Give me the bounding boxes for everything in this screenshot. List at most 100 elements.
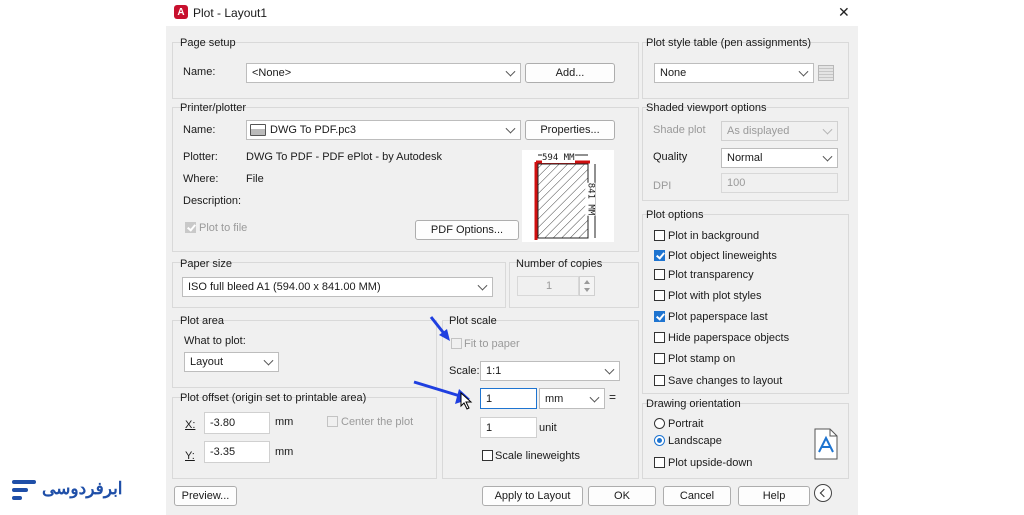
- offset-y-value: -3.35: [210, 446, 236, 458]
- pdf-options-button[interactable]: PDF Options...: [415, 220, 519, 240]
- quality-select[interactable]: Normal: [721, 148, 838, 168]
- plotter-value: DWG To PDF - PDF ePlot - by Autodesk: [246, 151, 443, 163]
- where-label: Where:: [183, 173, 219, 185]
- shade-plot-label: Shade plot: [653, 124, 706, 136]
- title-bar: A Plot - Layout1 ✕: [166, 0, 858, 26]
- spin-up-icon[interactable]: [584, 280, 590, 284]
- printer-title: Printer/plotter: [180, 102, 247, 114]
- chevron-down-icon: [822, 124, 833, 135]
- portrait-radio[interactable]: [654, 418, 665, 429]
- landscape-radio[interactable]: [654, 435, 665, 446]
- ok-button[interactable]: OK: [588, 486, 656, 506]
- center-plot-checkbox[interactable]: [327, 416, 338, 427]
- page-setup-name-label: Name:: [183, 66, 216, 78]
- plot-style-title: Plot style table (pen assignments): [646, 37, 812, 49]
- spin-down-icon[interactable]: [584, 288, 590, 292]
- page-setup-name-select[interactable]: <None>: [246, 63, 521, 83]
- landscape-label: Landscape: [668, 435, 722, 447]
- equals-sign: =: [609, 390, 617, 404]
- plot-to-file-label: Plot to file: [199, 222, 248, 234]
- dpi-value: 100: [727, 177, 746, 189]
- chevron-down-icon: [505, 123, 516, 134]
- plot-option-label: Plot in background: [668, 230, 760, 242]
- shade-plot-select[interactable]: As displayed: [721, 121, 838, 141]
- plot-option-checkbox[interactable]: [654, 311, 665, 322]
- scale-lineweights-label: Scale lineweights: [495, 450, 580, 462]
- preview-button[interactable]: Preview...: [174, 486, 237, 506]
- scale-unit1: mm: [545, 392, 564, 405]
- plot-style-select[interactable]: None: [654, 63, 814, 83]
- paper-size-value: ISO full bleed A1 (594.00 x 841.00 MM): [188, 281, 381, 293]
- annotation-arrow-fit: [429, 316, 450, 341]
- dialog-title: Plot - Layout1: [193, 6, 268, 20]
- apply-to-layout-button[interactable]: Apply to Layout: [482, 486, 583, 506]
- offset-y-input[interactable]: -3.35: [204, 441, 270, 463]
- page-setup-name-value: <None>: [252, 67, 292, 79]
- chevron-down-icon: [822, 151, 833, 162]
- shade-plot-value: As displayed: [727, 125, 790, 137]
- where-value: File: [246, 173, 264, 185]
- printer-name-value: DWG To PDF.pc3: [270, 124, 356, 136]
- offset-x-input[interactable]: -3.80: [204, 412, 270, 434]
- scale-value: 1:1: [486, 365, 502, 377]
- chevron-down-icon: [798, 66, 809, 77]
- shaded-title: Shaded viewport options: [646, 102, 767, 114]
- chevron-down-icon: [505, 66, 516, 77]
- plot-option-label: Plot paperspace last: [668, 311, 768, 323]
- plot-scale-title: Plot scale: [449, 315, 497, 327]
- collapse-options-button[interactable]: [814, 484, 832, 502]
- what-to-plot-select[interactable]: Layout: [184, 352, 279, 372]
- fit-to-paper-label: Fit to paper: [464, 338, 520, 350]
- scale-unit2: unit: [539, 422, 557, 434]
- plot-option-checkbox[interactable]: [654, 290, 665, 301]
- printer-name-select[interactable]: DWG To PDF.pc3: [246, 120, 521, 140]
- center-plot-label: Center the plot: [341, 416, 414, 428]
- page-setup-title: Page setup: [180, 37, 236, 49]
- chevron-left-icon: [819, 488, 829, 498]
- portrait-label: Portrait: [668, 418, 704, 430]
- plotter-label: Plotter:: [183, 151, 218, 163]
- plot-option-label: Plot object lineweights: [668, 250, 777, 262]
- scale-value2-input[interactable]: 1: [480, 417, 537, 438]
- scale-unit-select[interactable]: mm: [539, 388, 605, 409]
- dpi-label: DPI: [653, 180, 672, 192]
- description-label: Description:: [183, 195, 242, 207]
- scale-value1-input[interactable]: 1: [480, 388, 537, 409]
- plot-option-label: Plot transparency: [668, 269, 754, 281]
- plot-option-checkbox[interactable]: [654, 269, 665, 280]
- dpi-input[interactable]: 100: [721, 173, 838, 193]
- paper-size-title: Paper size: [180, 258, 232, 270]
- plot-option-checkbox[interactable]: [654, 250, 665, 261]
- printer-name-label: Name:: [183, 124, 216, 136]
- plot-offset-title: Plot offset (origin set to printable are…: [180, 392, 367, 404]
- scale-lineweights-checkbox[interactable]: [482, 450, 493, 461]
- copies-input[interactable]: 1: [517, 276, 579, 296]
- add-button[interactable]: Add...: [525, 63, 615, 83]
- plot-dialog: A Plot - Layout1 ✕ Page setup Name: <Non…: [166, 0, 858, 515]
- plot-to-file-checkbox[interactable]: [185, 222, 196, 233]
- help-button[interactable]: Help: [738, 486, 810, 506]
- paper-preview: 594 MM 841 MM: [522, 150, 614, 242]
- plot-offset-group: [172, 397, 437, 479]
- upside-down-checkbox[interactable]: [654, 457, 665, 468]
- what-to-plot-value: Layout: [190, 356, 224, 368]
- plot-option-checkbox[interactable]: [654, 230, 665, 241]
- upside-down-label: Plot upside-down: [668, 457, 753, 469]
- paper-size-select[interactable]: ISO full bleed A1 (594.00 x 841.00 MM): [182, 277, 493, 297]
- close-icon[interactable]: ✕: [838, 4, 850, 21]
- plot-option-checkbox[interactable]: [654, 353, 665, 364]
- edit-plot-style-icon[interactable]: [818, 65, 834, 81]
- scale-value2: 1: [486, 421, 493, 434]
- mouse-cursor-icon: [460, 392, 473, 410]
- scale-select[interactable]: 1:1: [480, 361, 620, 381]
- landscape-orientation-icon: [814, 428, 838, 460]
- copies-spinner[interactable]: [579, 276, 595, 296]
- offset-x-value: -3.80: [210, 417, 236, 429]
- preview-width-label: 594 MM: [542, 153, 575, 163]
- properties-button[interactable]: Properties...: [525, 120, 615, 140]
- cancel-button[interactable]: Cancel: [663, 486, 731, 506]
- chevron-down-icon: [263, 355, 274, 366]
- plot-option-checkbox[interactable]: [654, 375, 665, 386]
- plot-option-label: Hide paperspace objects: [668, 332, 790, 344]
- plot-option-checkbox[interactable]: [654, 332, 665, 343]
